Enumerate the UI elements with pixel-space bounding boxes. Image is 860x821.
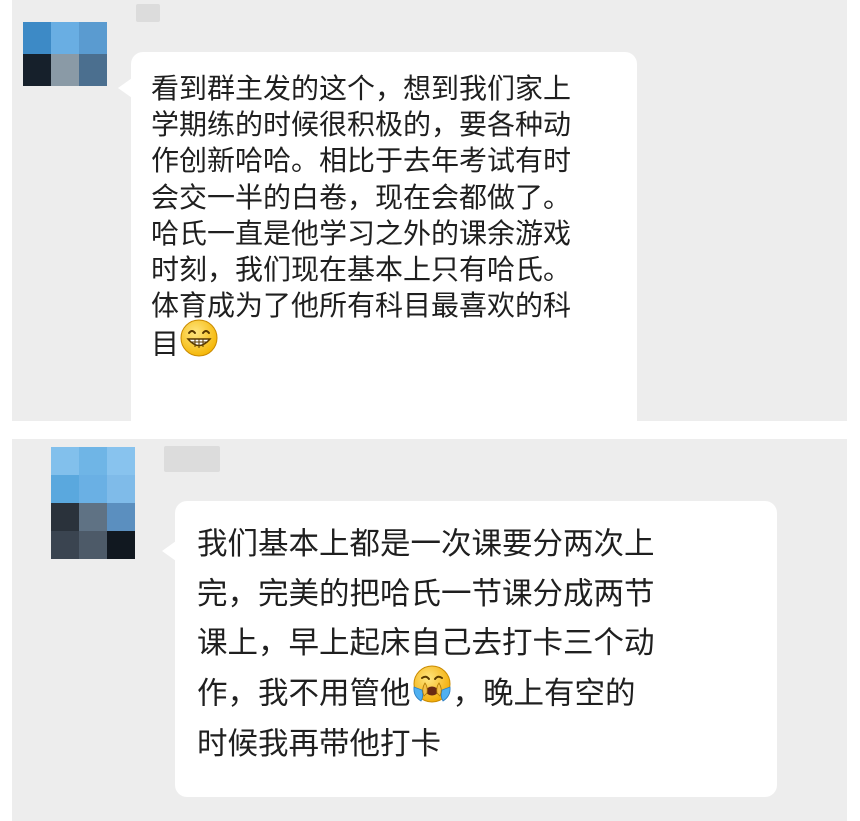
message-line-text: ，晚上有空的 [452,675,636,711]
message-line: 我们基本上都是一次课要分两次上 [197,527,655,562]
avatar-pixel [107,531,135,559]
message-line: 哈氏一直是他学习之外的课余游戏 [151,216,572,250]
avatar-pixel [79,503,107,531]
message-line: 作创新哈哈。相比于去年考试有时 [151,144,572,178]
sender-avatar[interactable] [51,447,135,559]
avatar-pixel [51,475,79,503]
avatar-pixel [51,503,79,531]
avatar-pixel [51,22,79,54]
avatar-pixel [23,22,51,54]
message-line: 课上，早上起床自己去打卡三个动 [197,626,655,661]
avatar-pixel [51,447,79,475]
chat-screenshot: 看到群主发的这个，想到我们家上 学期练的时候很积极的，要各种动 作创新哈哈。相比… [0,0,860,821]
message-line: 时刻，我们现在基本上只有哈氏。 [151,253,572,287]
avatar-pixel [79,531,107,559]
message-line: 会交一半的白卷，现在会都做了。 [151,180,572,214]
avatar-pixel [107,475,135,503]
avatar-pixel [79,54,107,86]
avatar-pixel [79,22,107,54]
avatar-pixel [107,447,135,475]
avatar-pixel [79,475,107,503]
message-bubble[interactable]: 我们基本上都是一次课要分两次上 完，完美的把哈氏一节课分成两节 课上，早上起床自… [162,501,777,797]
avatar-pixel [107,503,135,531]
crying-laughing-face-emoji [411,663,453,721]
message-line: 完，完美的把哈氏一节课分成两节 [197,576,655,612]
message-line: 作，我不用管他 ，晚上有空的 [197,665,759,721]
message-line: 学期练的时候很积极的，要各种动 [151,108,572,142]
message-line-text: 目 [151,328,180,362]
chat-message-1: 看到群主发的这个，想到我们家上 学期练的时候很积极的，要各种动 作创新哈哈。相比… [12,0,847,421]
message-line: 时候我再带他打卡 [197,727,441,762]
sender-name-blurred [136,4,160,22]
chat-message-2: 我们基本上都是一次课要分两次上 完，完美的把哈氏一节课分成两节 课上，早上起床自… [12,439,847,821]
avatar-pixel [51,54,79,86]
message-line-last: 目 [151,319,619,367]
sender-avatar[interactable] [23,22,107,86]
sender-name-blurred [164,446,220,472]
message-line-text: 作，我不用管他 [197,675,411,711]
grinning-face-emoji [179,318,219,367]
message-line: 体育成为了他所有科目最喜欢的科 [151,289,572,323]
avatar-pixel [79,447,107,475]
avatar-pixel [23,54,51,86]
avatar-pixel [51,531,79,559]
message-line: 看到群主发的这个，想到我们家上 [151,72,572,105]
message-bubble[interactable]: 看到群主发的这个，想到我们家上 学期练的时候很积极的，要各种动 作创新哈哈。相比… [118,52,637,421]
